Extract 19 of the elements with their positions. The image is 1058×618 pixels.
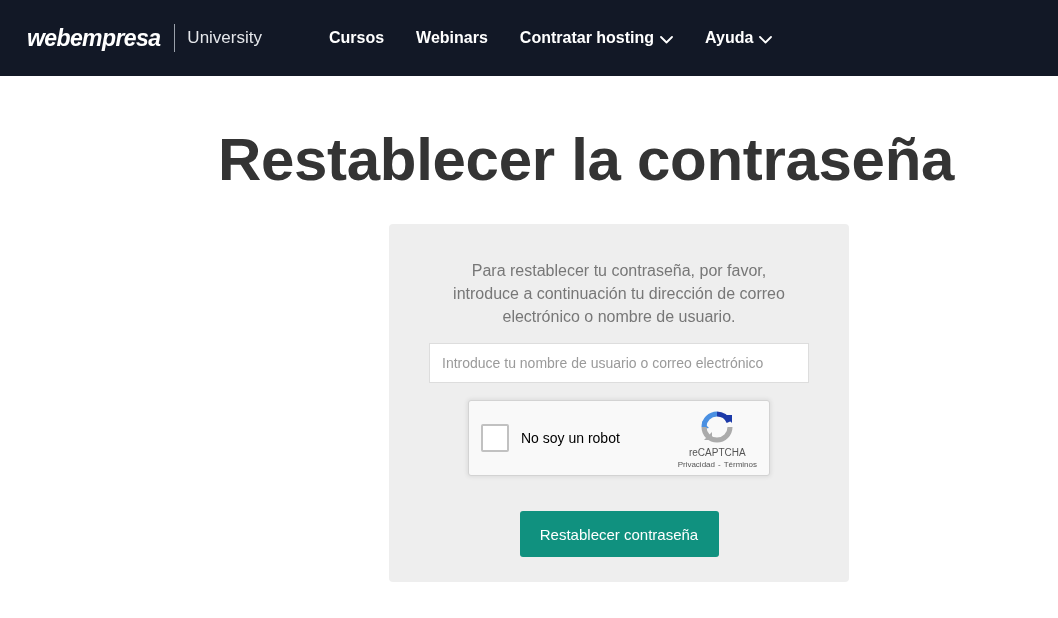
captcha-brand-text: reCAPTCHA [688,446,746,459]
username-field[interactable]: Introduce tu nombre de usuario o correo electrónico [429,343,809,383]
captcha-checkbox[interactable] [481,424,509,452]
chevron-down-icon [660,35,674,44]
nav-link[interactable]: Cursos [329,29,385,47]
chevron-down-icon [759,35,773,44]
nav-link[interactable]: Ayuda [705,29,773,47]
privacy-link[interactable]: Privacidad [677,459,715,470]
reset-password-button[interactable]: Restablecer contraseña [519,511,719,557]
link-separator: - [718,459,721,470]
site-section-label: University [187,28,262,48]
terms-link[interactable]: Términos [723,459,757,470]
logo-wordmark[interactable]: webempresa [27,24,161,52]
captcha-label: No soy un robot [521,430,621,446]
instructions-text: Para restablecer tu contraseña, por favor, introduce a continuación tu dirección de correo electrónico o nombre de usuario. [452,261,786,327]
page-title: Restablecer la contraseña [216,125,956,195]
nav-link[interactable]: Contratar hosting [519,29,674,47]
circular-arrows-icon [701,410,734,443]
nav-link[interactable]: Webinars [416,29,488,47]
